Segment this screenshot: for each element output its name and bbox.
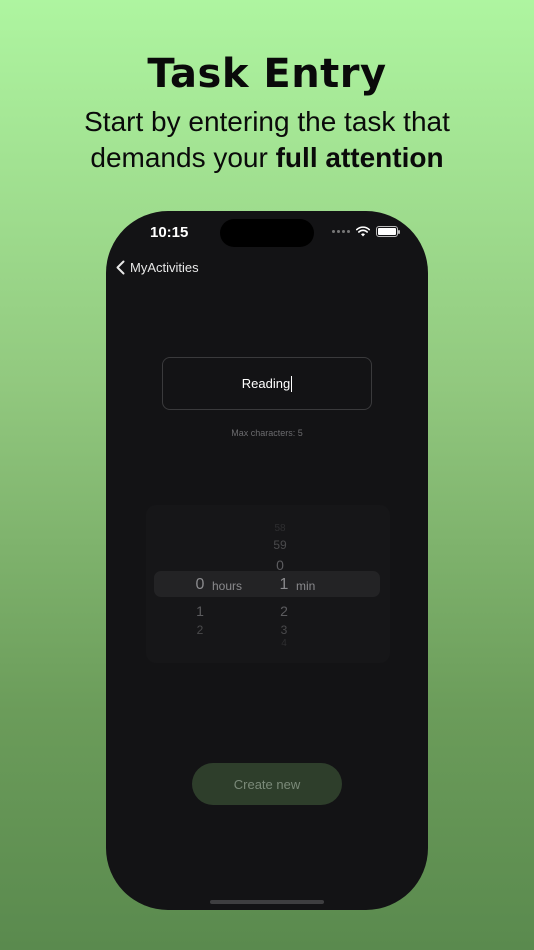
home-indicator[interactable] [210, 900, 324, 904]
subtitle-prefix: demands your [90, 142, 276, 173]
hours-option[interactable]: 1 [192, 603, 208, 619]
minutes-option[interactable]: 4 [276, 638, 292, 646]
status-icons [332, 226, 400, 237]
task-name-input[interactable]: Reading [162, 357, 372, 410]
subtitle-line-1: Start by entering the task that [84, 106, 450, 137]
text-caret [291, 375, 293, 392]
dynamic-island [220, 219, 314, 247]
subtitle-emphasis: full attention [275, 142, 444, 173]
picker-selection-band [154, 571, 380, 597]
wifi-icon [356, 226, 370, 237]
phone-frame: 10:15 MyActivities Reading Max character… [106, 211, 428, 910]
minutes-option[interactable]: 0 [268, 557, 292, 573]
task-name-value: Reading [241, 376, 291, 391]
page-subtitle: Start by entering the task that demands … [0, 104, 534, 176]
hours-selected[interactable]: 0 [192, 576, 208, 594]
back-label: MyActivities [130, 260, 199, 275]
create-new-button[interactable]: Create new [192, 763, 342, 805]
minutes-option[interactable]: 2 [276, 603, 292, 619]
hours-unit-label: hours [212, 579, 243, 593]
page-title: Task Entry [147, 51, 387, 97]
duration-picker[interactable]: 58 59 0 0 hours 1 min 1 2 2 3 4 [146, 505, 390, 663]
cellular-signal-icon [332, 230, 350, 233]
battery-icon [376, 226, 400, 237]
chevron-left-icon [116, 260, 125, 275]
minutes-option[interactable]: 3 [276, 623, 292, 637]
headline: Task Entry Start by entering the task th… [0, 50, 534, 176]
subtitle-line-2: demands your full attention [0, 140, 534, 176]
hours-option[interactable]: 2 [192, 623, 208, 637]
back-button[interactable]: MyActivities [116, 260, 199, 275]
minutes-selected[interactable]: 1 [276, 576, 292, 594]
status-time: 10:15 [150, 224, 189, 241]
minutes-option[interactable]: 59 [268, 538, 292, 552]
minutes-unit-label: min [296, 579, 316, 593]
minutes-option[interactable]: 58 [268, 523, 292, 534]
character-limit-hint: Max characters: 5 [231, 428, 303, 438]
